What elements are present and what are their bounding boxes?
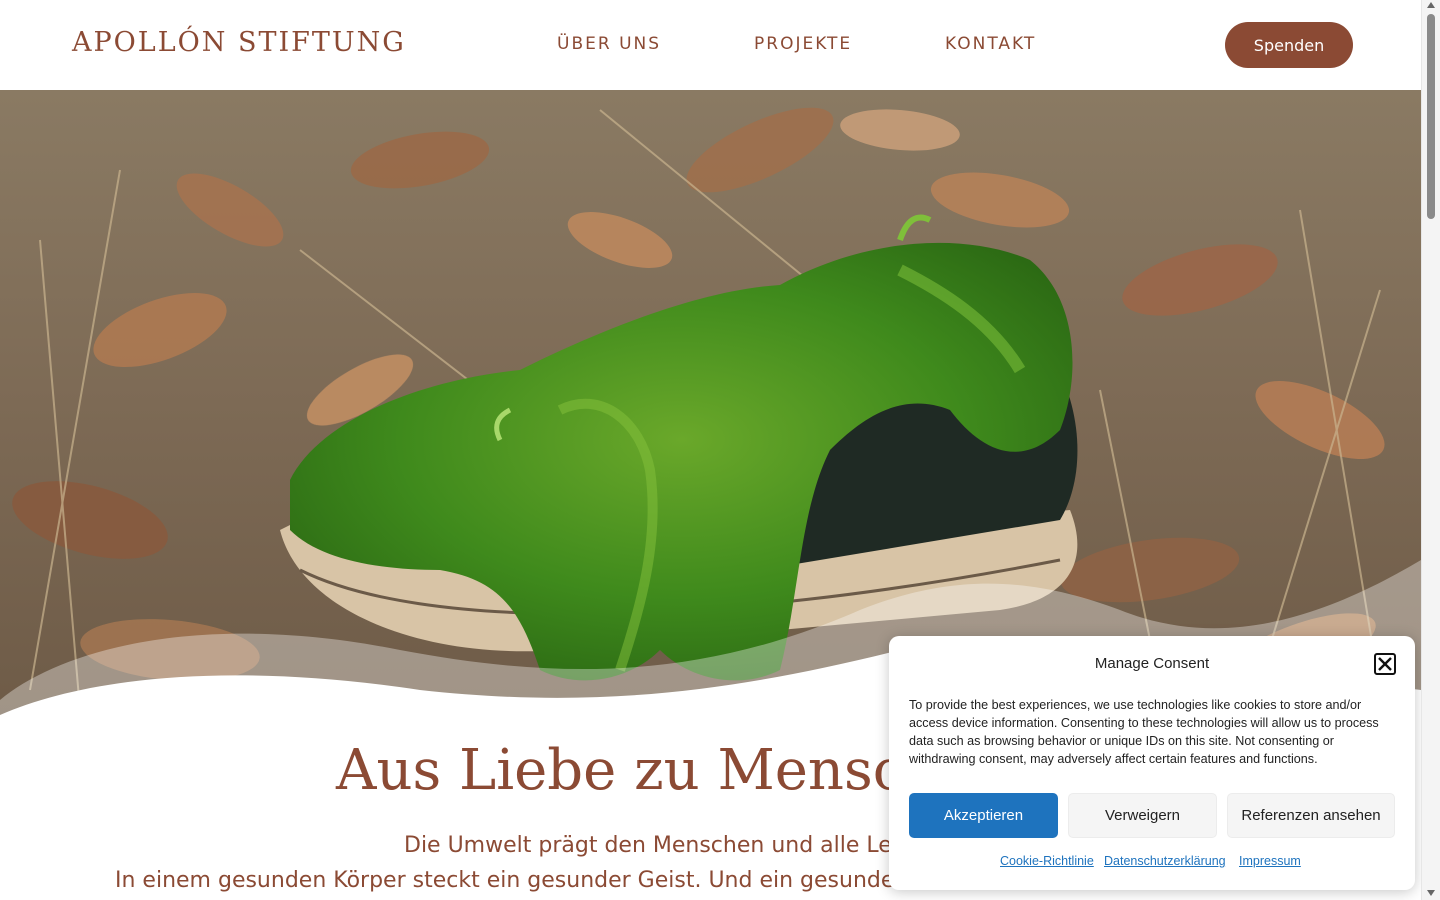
privacy-policy-link[interactable]: Datenschutzerklärung bbox=[1104, 854, 1226, 868]
accept-cookies-button[interactable]: Akzeptieren bbox=[909, 793, 1058, 838]
intro-text-line-1: Die Umwelt prägt den Menschen und alle L… bbox=[404, 833, 906, 858]
donate-button[interactable]: Spenden bbox=[1225, 22, 1353, 68]
scrollbar-thumb[interactable] bbox=[1427, 14, 1435, 219]
close-consent-button[interactable] bbox=[1374, 653, 1396, 675]
consent-links: Cookie-Richtlinie Datenschutzerklärung I… bbox=[889, 854, 1415, 872]
deny-cookies-button[interactable]: Verweigern bbox=[1068, 793, 1217, 838]
page-scrollbar[interactable] bbox=[1421, 0, 1440, 900]
site-header: APOLLÓN STIFTUNG ÜBER UNS PROJEKTE KONTA… bbox=[0, 0, 1421, 90]
hero-image bbox=[0, 90, 1421, 720]
hero-illustration bbox=[0, 90, 1421, 720]
cookie-consent-dialog: Manage Consent To provide the best exper… bbox=[889, 636, 1415, 890]
scroll-down-arrow-icon[interactable] bbox=[1427, 890, 1435, 896]
consent-title: Manage Consent bbox=[1094, 655, 1210, 672]
intro-text-line-2: In einem gesunden Körper steckt ein gesu… bbox=[115, 868, 904, 893]
cookie-policy-link[interactable]: Cookie-Richtlinie bbox=[1000, 854, 1094, 868]
headline-text: Aus Liebe zu Mensch bbox=[336, 738, 941, 803]
nav-item-projekte[interactable]: PROJEKTE bbox=[754, 34, 852, 54]
nav-item-ueber-uns[interactable]: ÜBER UNS bbox=[557, 34, 661, 54]
nav-item-kontakt[interactable]: KONTAKT bbox=[945, 34, 1036, 54]
scroll-up-arrow-icon[interactable] bbox=[1427, 2, 1435, 8]
main-nav: ÜBER UNS PROJEKTE KONTAKT bbox=[0, 34, 1421, 58]
view-preferences-button[interactable]: Referenzen ansehen bbox=[1227, 793, 1395, 838]
close-icon bbox=[1378, 657, 1392, 671]
consent-description: To provide the best experiences, we use … bbox=[909, 698, 1379, 766]
imprint-link[interactable]: Impressum bbox=[1239, 854, 1301, 868]
